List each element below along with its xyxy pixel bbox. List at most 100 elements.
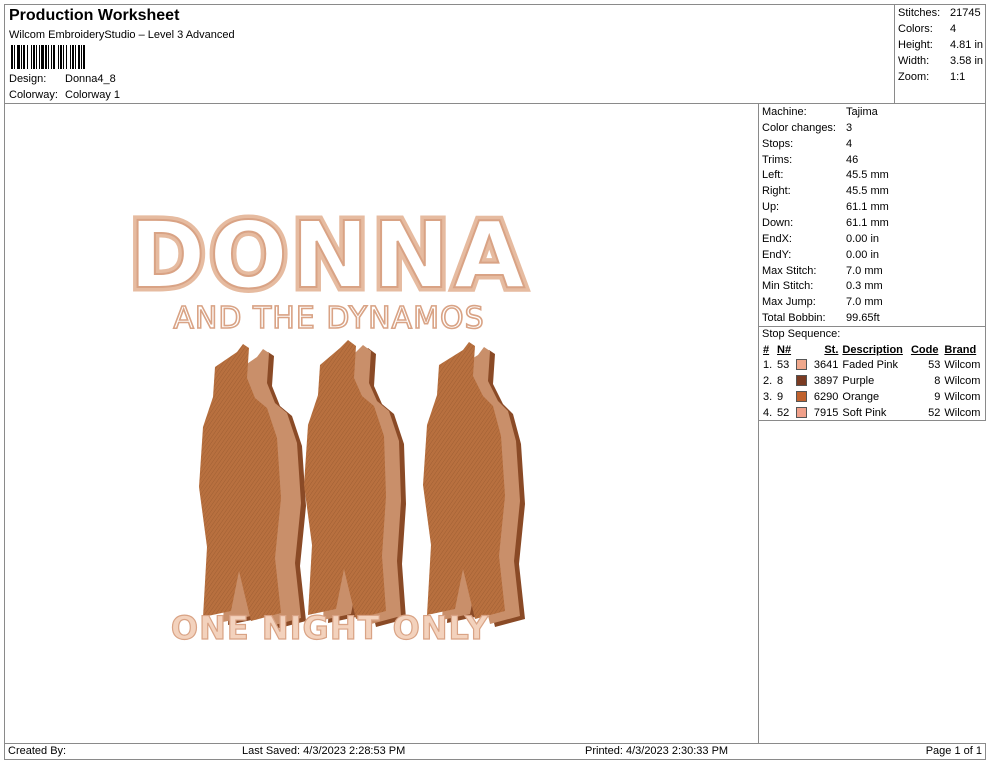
seq-brand: Wilcom: [944, 391, 981, 403]
machine-label: Min Stitch:: [762, 280, 814, 293]
seq-description: Orange: [842, 391, 880, 403]
machine-value: 61.1 mm: [846, 201, 889, 214]
stat-zoom: Zoom: 1:1: [898, 71, 966, 83]
machine-value: 4: [846, 137, 853, 150]
design-value: Donna4_8: [65, 73, 116, 85]
page-number: Page 1 of 1: [925, 745, 982, 757]
machine-label: Total Bobbin:: [762, 312, 826, 325]
machine-row: Up: 61.1 mm: [762, 199, 982, 215]
col-num: #: [763, 343, 770, 356]
machine-value: 61.1 mm: [846, 216, 889, 229]
machine-label: Right:: [762, 185, 791, 198]
machine-value: 7.0 mm: [846, 296, 883, 309]
seq-num: 4.: [763, 407, 773, 419]
seq-code: 53: [928, 359, 941, 371]
colorway-label: Colorway:: [9, 89, 58, 101]
machine-label: Color changes:: [762, 121, 836, 134]
seq-brand: Wilcom: [944, 359, 981, 371]
stat-colors: Colors: 4: [898, 23, 957, 35]
seq-stitches: 3641: [813, 359, 839, 371]
seq-description: Soft Pink: [842, 407, 887, 419]
col-description: Description: [842, 343, 903, 356]
col-swatch: [794, 342, 810, 357]
machine-label: EndX:: [762, 232, 792, 245]
barcode: [11, 45, 85, 69]
worksheet-footer: Created By: Last Saved: 4/3/2023 2:28:53…: [4, 743, 986, 760]
machine-row: EndY: 0.00 in: [762, 247, 982, 263]
col-code: Code: [910, 343, 939, 356]
machine-label: Down:: [762, 216, 794, 229]
col-brand: Brand: [944, 343, 977, 356]
machine-row: Max Jump: 7.0 mm: [762, 294, 982, 310]
seq-stitches: 3897: [813, 375, 839, 387]
seq-needle: 52: [777, 407, 790, 419]
machine-row: EndX: 0.00 in: [762, 231, 982, 247]
machine-row: Stops: 4: [762, 136, 982, 152]
seq-description: Purple: [842, 375, 875, 387]
dynamos-text: AND THE DYNAMOS: [173, 301, 484, 336]
seq-num: 2.: [763, 375, 773, 387]
worksheet-header: Production Worksheet Wilcom EmbroiderySt…: [4, 4, 895, 104]
machine-row: Machine: Tajima: [762, 104, 982, 120]
machine-value: 0.00 in: [846, 248, 880, 261]
stat-stitches: Stitches: 21745: [898, 7, 981, 19]
machine-row: Down: 61.1 mm: [762, 215, 982, 231]
embroidery-artwork: DONNA DONNA AND THE DYNAMOS ONE NIGHT ON…: [125, 198, 530, 648]
seq-code: 8: [934, 375, 941, 387]
machine-row: Color changes: 3: [762, 120, 982, 136]
table-row: 1. 53 3641 Faded Pink 53 Wilcom: [761, 357, 985, 373]
machine-label: Stops:: [762, 137, 794, 150]
swatch-cell: [794, 357, 810, 373]
machine-label: Max Stitch:: [762, 264, 817, 277]
machine-value: 45.5 mm: [846, 185, 889, 198]
machine-row: Left: 45.5 mm: [762, 167, 982, 183]
last-saved: Last Saved: 4/3/2023 2:28:53 PM: [242, 745, 406, 757]
donna-text: DONNA: [129, 202, 529, 309]
seq-code: 9: [934, 391, 941, 403]
stop-sequence-table: # N# St. Description Code Brand 1. 53 3641…: [761, 342, 985, 421]
machine-label: Trims:: [762, 153, 793, 166]
seq-brand: Wilcom: [944, 375, 981, 387]
stats-panel: Stitches: 21745 Colors: 4 Height: 4.81 in W…: [894, 4, 986, 104]
table-row: 2. 8 3897 Purple 8 Wilcom: [761, 373, 985, 389]
color-swatch: [796, 374, 808, 386]
design-label: Design:: [9, 73, 47, 85]
col-st: St.: [824, 343, 839, 356]
machine-value: 0.3 mm: [846, 280, 883, 293]
design-preview: DONNA DONNA AND THE DYNAMOS ONE NIGHT ON…: [4, 103, 759, 744]
machine-row: Trims: 46: [762, 152, 982, 168]
machine-row: Right: 45.5 mm: [762, 183, 982, 199]
seq-brand: Wilcom: [944, 407, 981, 419]
color-swatch: [796, 358, 808, 370]
machine-value: 7.0 mm: [846, 264, 883, 277]
machine-row: Min Stitch: 0.3 mm: [762, 278, 982, 294]
stat-width: Width: 3.58 in: [898, 55, 984, 67]
table-row: 4. 52 7915 Soft Pink 52 Wilcom: [761, 405, 985, 421]
table-header-row: # N# St. Description Code Brand: [761, 342, 985, 357]
seq-num: 3.: [763, 391, 773, 403]
color-swatch: [796, 406, 808, 418]
donna-title: DONNA DONNA: [125, 198, 530, 314]
machine-label: Up:: [762, 201, 780, 214]
stop-sequence-title: Stop Sequence:: [762, 328, 841, 340]
swatch-cell: [794, 389, 810, 405]
machine-value: 0.00 in: [846, 232, 880, 245]
dancer-silhouettes: [199, 340, 525, 629]
machine-panel: Machine: Tajima Color changes: 3 Stops: 4 Trim…: [758, 103, 986, 421]
worksheet-title: Production Worksheet: [9, 7, 180, 24]
seq-needle: 53: [777, 359, 790, 371]
machine-value: 99.65ft: [846, 312, 880, 325]
color-swatch: [796, 390, 808, 402]
seq-num: 1.: [763, 359, 773, 371]
machine-value: 3: [846, 121, 853, 134]
machine-label: Max Jump:: [762, 296, 816, 309]
machine-row: Total Bobbin: 99.65ft: [762, 310, 982, 326]
seq-needle: 9: [777, 391, 784, 403]
seq-needle: 8: [777, 375, 784, 387]
software-name: Wilcom EmbroideryStudio – Level 3 Advanc…: [9, 29, 235, 41]
machine-label: Left:: [762, 169, 784, 182]
machine-label: EndY:: [762, 248, 792, 261]
machine-value: Tajima: [846, 106, 878, 118]
one-night-only-text: ONE NIGHT ONLY: [171, 609, 489, 647]
table-row: 3. 9 6290 Orange 9 Wilcom: [761, 389, 985, 405]
